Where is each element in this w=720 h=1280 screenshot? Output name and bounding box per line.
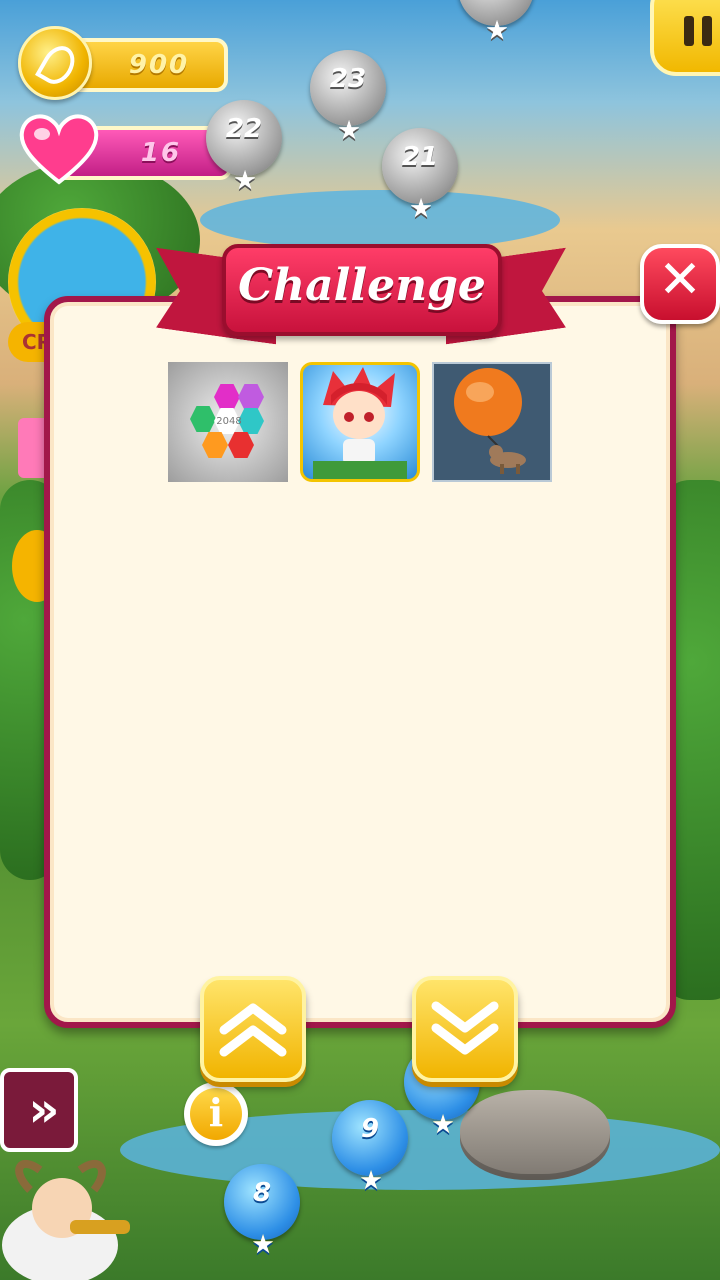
coin-icon: [18, 26, 92, 100]
level-number: 23: [329, 64, 367, 94]
game-tile-2048[interactable]: 2048: [168, 362, 288, 482]
hex-shape: [228, 432, 254, 458]
hero-character-icon: [313, 367, 407, 479]
forward-button[interactable]: »: [0, 1068, 78, 1152]
level-stars: ★ ★ ★: [200, 150, 290, 196]
goat-character: [2, 1160, 130, 1280]
close-icon: ✕: [658, 250, 702, 310]
close-button[interactable]: ✕: [640, 244, 720, 324]
level-node-23[interactable]: 23 ★ ★ ★: [310, 50, 386, 146]
star-icon: ★: [431, 1110, 455, 1140]
double-chevron-down-icon: [431, 1001, 499, 1055]
level-stars: ★ ★ ★: [304, 100, 394, 146]
game-tile-balloon[interactable]: [432, 362, 552, 482]
level-stars: ★ ★ ★: [326, 1150, 416, 1196]
game-tile-hero[interactable]: [300, 362, 420, 482]
pause-button[interactable]: [650, 0, 720, 76]
hex-shape: [202, 432, 228, 458]
scroll-up-button[interactable]: [200, 976, 306, 1082]
hex-shape: [238, 384, 264, 410]
star-icon: ★: [233, 166, 257, 196]
level-number: 22: [225, 114, 263, 144]
level-number: 21: [401, 142, 439, 172]
balloon-dog-icon: [454, 368, 526, 474]
level-node-8[interactable]: 8 ★ ★ ★: [224, 1164, 300, 1260]
star-icon: ★: [409, 194, 433, 224]
level-node-22[interactable]: 22 ★ ★ ★: [206, 100, 282, 196]
tile-label: 2048: [216, 416, 242, 427]
scroll-down-button[interactable]: [412, 976, 518, 1082]
level-node-21[interactable]: 21 ★ ★ ★: [382, 128, 458, 224]
level-stars: ★ ★ ★: [376, 178, 466, 224]
level-node-9[interactable]: 9 ★ ★ ★: [332, 1100, 408, 1196]
star-icon: ★: [359, 1166, 383, 1196]
level-number: 8: [252, 1178, 272, 1208]
info-icon: i: [208, 1090, 224, 1135]
double-chevron-up-icon: [219, 1003, 287, 1057]
level-stars: ★ ★ ★: [452, 0, 542, 46]
star-icon: ★: [485, 16, 509, 46]
level-node-top[interactable]: ★ ★ ★: [458, 0, 534, 46]
forward-glyph: »: [28, 1082, 59, 1138]
level-number: 9: [360, 1114, 380, 1144]
level-stars: ★ ★ ★: [218, 1214, 308, 1260]
hex-shape: [214, 384, 240, 410]
dialog-title: Challenge: [238, 260, 486, 311]
heart-icon: [19, 114, 99, 185]
info-button[interactable]: i: [184, 1082, 248, 1146]
title-ribbon: Challenge: [222, 244, 502, 336]
level-stars: ★ ★ ★: [398, 1094, 488, 1140]
star-icon: ★: [251, 1230, 275, 1260]
